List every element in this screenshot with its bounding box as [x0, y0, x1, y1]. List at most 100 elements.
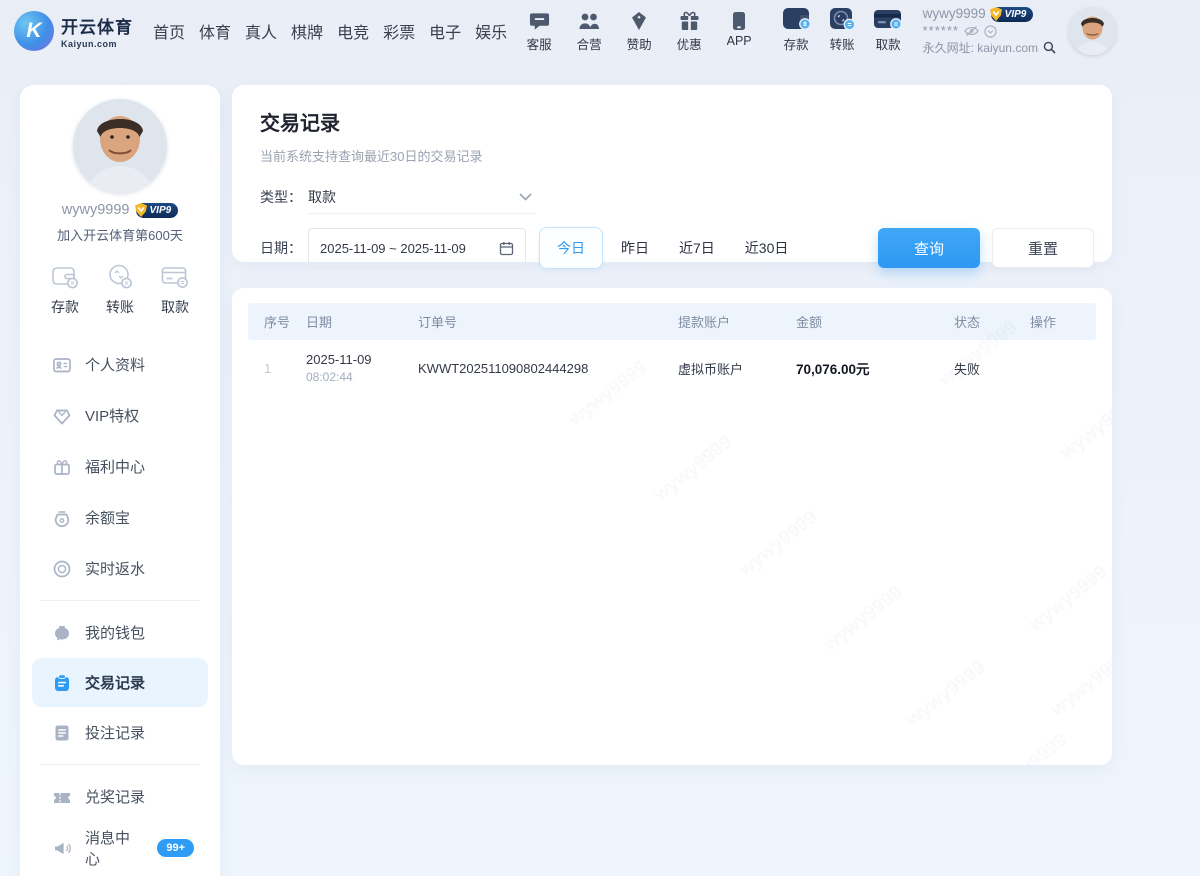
sidebar-item-rebate[interactable]: 实时返水	[20, 543, 220, 594]
sidebar-menu: 个人资料 VIP特权 福利中心 余额宝 实时返水	[20, 339, 220, 873]
sidebar-item-yuebao[interactable]: 余额宝	[20, 492, 220, 543]
records-table-card: wywy9999wywy9999wywy9999wywy9999wywy9999…	[232, 288, 1112, 765]
sidebar-item-label: 个人资料	[85, 354, 145, 375]
withdraw-label: 取款	[876, 34, 901, 53]
nav-lottery[interactable]: 彩票	[383, 19, 415, 43]
nav-home[interactable]: 首页	[153, 19, 185, 43]
nav-esports[interactable]: 电竞	[337, 19, 369, 43]
withdraw-button[interactable]: 取款	[870, 9, 907, 53]
menu-divider	[40, 764, 200, 765]
filter-actions: 查询 重置	[878, 228, 1094, 268]
sidebar-item-label: 福利中心	[85, 456, 145, 477]
range-30days-button[interactable]: 近30日	[733, 227, 801, 269]
row-amount: 70,076.00元	[790, 358, 948, 378]
watermark-text: wywy9999	[820, 582, 907, 657]
menu-divider	[40, 600, 200, 601]
date-range-input[interactable]: 2025-11-09 ~ 2025-11-09	[308, 228, 526, 268]
filter-card: 交易记录 当前系统支持查询最近30日的交易记录 类型： 取款 日期： 2025-…	[232, 85, 1112, 262]
vip-badge: VIP9	[991, 7, 1034, 22]
calendar-icon	[499, 241, 514, 256]
search-icon[interactable]	[1043, 41, 1056, 54]
col-order-no: 订单号	[412, 312, 672, 331]
promos-button[interactable]: 优惠	[671, 9, 708, 53]
eye-off-icon[interactable]	[964, 25, 979, 37]
mobile-app-icon	[732, 9, 746, 31]
nav-slots[interactable]: 电子	[429, 19, 461, 43]
sidebar-item-label: 消息中心	[85, 827, 144, 869]
type-label: 类型：	[260, 187, 308, 207]
reset-button[interactable]: 重置	[992, 228, 1094, 268]
nav-cards[interactable]: 棋牌	[291, 19, 323, 43]
sidebar-transfer-label: 转账	[106, 297, 134, 317]
welfare-gift-icon	[52, 457, 72, 477]
brand-name-en: Kaiyun.com	[61, 39, 133, 49]
watermark-text: wywy9999	[1047, 647, 1112, 722]
profile-username: wywy9999	[62, 202, 130, 218]
promos-label: 优惠	[677, 34, 702, 53]
sidebar-item-messages[interactable]: 消息中心 99+	[20, 822, 220, 873]
app-download-button[interactable]: APP	[721, 9, 758, 53]
col-amount: 金额	[790, 312, 948, 331]
sidebar-withdraw-button[interactable]: 取款	[160, 262, 190, 317]
nav-entertainment[interactable]: 娱乐	[475, 19, 507, 43]
withdraw-icon	[873, 9, 903, 31]
date-label: 日期：	[260, 238, 308, 258]
type-select[interactable]: 取款	[308, 180, 536, 214]
col-status: 状态	[948, 312, 1024, 331]
row-order-no: KWWT202511090802444298	[412, 361, 672, 376]
sidebar-item-profile[interactable]: 个人资料	[20, 339, 220, 390]
refresh-balance-icon[interactable]	[984, 25, 997, 38]
bet-record-icon	[52, 723, 72, 743]
nav-sports[interactable]: 体育	[199, 19, 231, 43]
sidebar-transfer-button[interactable]: 转账	[105, 262, 135, 317]
sidebar-item-bets[interactable]: 投注记录	[20, 707, 220, 758]
row-index: 1	[248, 361, 300, 376]
row-account: 虚拟币账户	[672, 359, 790, 378]
watermark-text: wywy9999	[903, 657, 990, 732]
support-chat-icon	[529, 9, 550, 31]
sidebar-item-transactions[interactable]: 交易记录	[32, 658, 208, 707]
unread-count-badge: 99+	[157, 839, 194, 857]
sidebar-item-prizes[interactable]: 兑奖记录	[20, 771, 220, 822]
prize-ticket-icon	[52, 787, 72, 807]
nav-live[interactable]: 真人	[245, 19, 277, 43]
deposit-button[interactable]: 存款	[778, 9, 815, 53]
withdraw-card-icon	[160, 262, 190, 290]
watermark-text: wywy9999	[735, 507, 822, 582]
table-header-row: 序号 日期 订单号 提款账户 金额 状态 操作	[248, 303, 1096, 340]
transfer-button[interactable]: 转账	[824, 9, 861, 53]
money-pot-icon	[52, 508, 72, 528]
vip-shield-icon	[988, 6, 1004, 22]
watermark-text: wywy9999	[650, 432, 737, 507]
range-today-button[interactable]: 今日	[539, 227, 603, 269]
type-filter-row: 类型： 取款	[260, 180, 1094, 214]
vip-shield-icon	[133, 202, 149, 218]
sidebar-item-vip[interactable]: VIP特权	[20, 390, 220, 441]
deposit-label: 存款	[784, 34, 809, 53]
transfer-label: 转账	[830, 34, 855, 53]
transfer-icon	[829, 9, 856, 31]
sidebar-item-welfare[interactable]: 福利中心	[20, 441, 220, 492]
deposit-icon	[781, 9, 811, 31]
join-days-label: 加入开云体育第600天	[20, 225, 220, 244]
search-button[interactable]: 查询	[878, 228, 980, 268]
sidebar-deposit-button[interactable]: 存款	[50, 262, 80, 317]
sponsor-button[interactable]: 赞助	[621, 9, 658, 53]
app-label: APP	[727, 34, 752, 48]
user-avatar[interactable]	[1069, 8, 1116, 55]
sidebar-item-wallet[interactable]: 我的钱包	[20, 607, 220, 658]
watermark-text: wywy9999	[1057, 390, 1112, 465]
profile-avatar[interactable]	[73, 99, 167, 193]
deposit-wallet-icon	[50, 262, 80, 290]
col-date: 日期	[300, 312, 412, 331]
range-yesterday-button[interactable]: 昨日	[609, 227, 661, 269]
brand-logo[interactable]: K 开云体育 Kaiyun.com	[14, 11, 133, 51]
range-7days-button[interactable]: 近7日	[667, 227, 727, 269]
support-label: 客服	[527, 34, 552, 53]
partners-button[interactable]: 合营	[571, 9, 608, 53]
support-button[interactable]: 客服	[521, 9, 558, 53]
type-select-value: 取款	[308, 187, 336, 207]
page-subtitle: 当前系统支持查询最近30日的交易记录	[260, 146, 1094, 165]
row-status: 失败	[948, 359, 1024, 378]
col-index: 序号	[248, 312, 300, 331]
